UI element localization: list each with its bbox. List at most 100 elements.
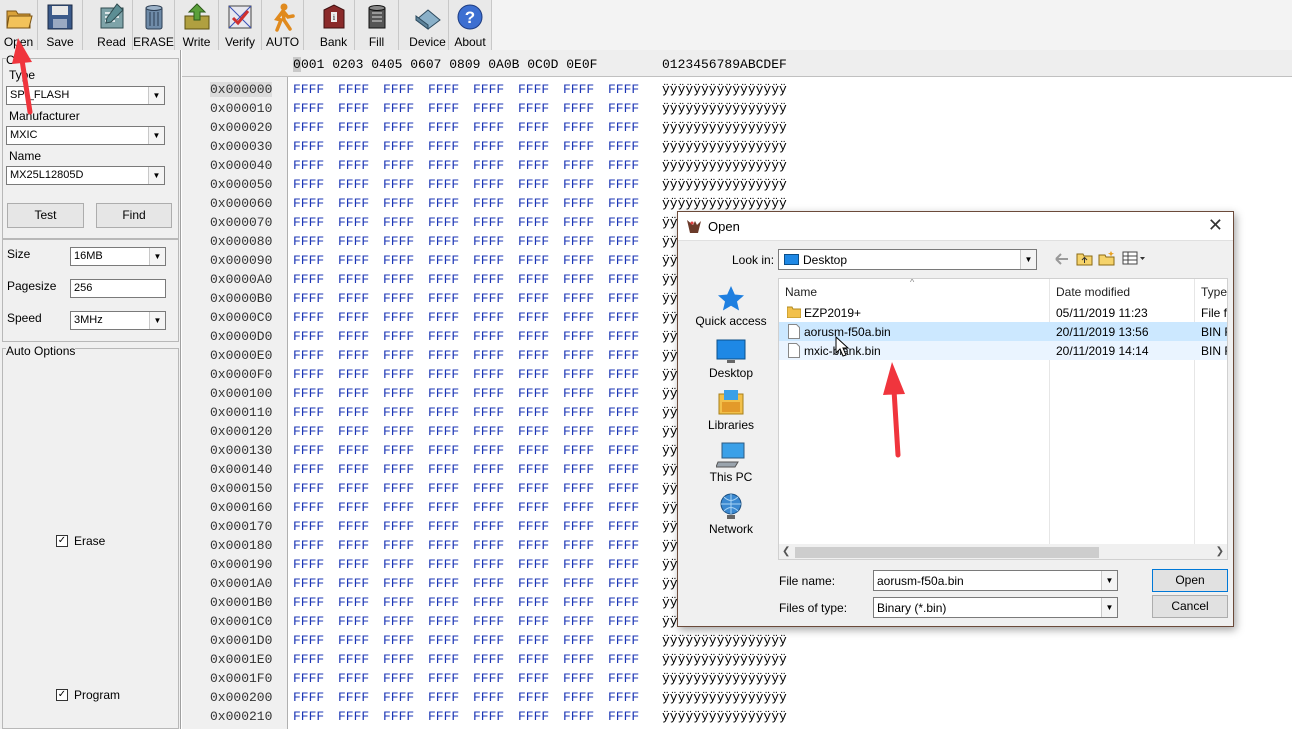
hex-word[interactable]: FFFF <box>338 177 369 192</box>
find-button[interactable]: Find <box>96 203 172 228</box>
hex-word[interactable]: FFFF <box>338 329 369 344</box>
hex-word[interactable]: FFFF <box>383 367 414 382</box>
hex-word[interactable]: FFFF <box>293 462 324 477</box>
column-name-header[interactable]: Name <box>785 285 817 299</box>
chevron-down-icon[interactable]: ▼ <box>1101 571 1117 590</box>
hex-word[interactable]: FFFF <box>563 82 594 97</box>
close-icon[interactable]: ✕ <box>1208 215 1223 236</box>
hex-word[interactable]: FFFF <box>428 234 459 249</box>
hex-word[interactable]: FFFF <box>293 424 324 439</box>
hex-word[interactable]: FFFF <box>383 614 414 629</box>
hex-word[interactable]: FFFF <box>383 101 414 116</box>
open-file-button[interactable]: Open <box>1152 569 1228 592</box>
hex-word[interactable]: FFFF <box>608 272 639 287</box>
hex-word[interactable]: FFFF <box>518 234 549 249</box>
hex-row[interactable]: 0x000020 FFFF FFFF FFFF FFFF FFFF FFFF FFFF FFFF… <box>182 118 1292 137</box>
hex-word[interactable]: FFFF <box>563 690 594 705</box>
hex-word[interactable]: FFFF <box>293 139 324 154</box>
hex-word[interactable]: FFFF <box>608 386 639 401</box>
hex-word[interactable]: FFFF <box>293 500 324 515</box>
hex-word[interactable]: FFFF <box>473 538 504 553</box>
hex-word[interactable]: FFFF <box>338 82 369 97</box>
hex-word[interactable]: FFFF <box>293 348 324 363</box>
hex-word[interactable]: FFFF <box>518 329 549 344</box>
hex-word[interactable]: FFFF <box>473 557 504 572</box>
hex-word[interactable]: FFFF <box>563 234 594 249</box>
hex-word[interactable]: FFFF <box>563 633 594 648</box>
hex-word[interactable]: FFFF <box>338 215 369 230</box>
hex-word[interactable]: FFFF <box>383 538 414 553</box>
hex-word[interactable]: FFFF <box>293 481 324 496</box>
hex-word[interactable]: FFFF <box>473 519 504 534</box>
hex-word[interactable]: FFFF <box>428 386 459 401</box>
hex-word[interactable]: FFFF <box>473 614 504 629</box>
hex-word[interactable]: FFFF <box>428 500 459 515</box>
hex-word[interactable]: FFFF <box>518 101 549 116</box>
hex-word[interactable]: FFFF <box>473 481 504 496</box>
hex-word[interactable]: FFFF <box>563 386 594 401</box>
hex-word[interactable]: FFFF <box>293 82 324 97</box>
hex-word[interactable]: FFFF <box>518 291 549 306</box>
hex-word[interactable]: FFFF <box>608 576 639 591</box>
hex-word[interactable]: FFFF <box>383 386 414 401</box>
hex-word[interactable]: FFFF <box>473 348 504 363</box>
hex-word[interactable]: FFFF <box>293 633 324 648</box>
hex-word[interactable]: FFFF <box>563 120 594 135</box>
hex-word[interactable]: FFFF <box>428 557 459 572</box>
hex-row[interactable]: 0x0001F0 FFFF FFFF FFFF FFFF FFFF FFFF FFFF FFFF… <box>182 669 1292 688</box>
file-row[interactable]: mxic-blank.bin 20/11/2019 14:14 BIN F <box>779 341 1227 360</box>
files-of-type-select[interactable]: Binary (*.bin) ▼ <box>873 597 1118 618</box>
hex-word[interactable]: FFFF <box>428 215 459 230</box>
hex-word[interactable]: FFFF <box>428 481 459 496</box>
hex-word[interactable]: FFFF <box>428 633 459 648</box>
place-network[interactable]: Network <box>686 492 776 536</box>
hex-word[interactable]: FFFF <box>383 234 414 249</box>
scroll-right-icon[interactable]: ❯ <box>1216 546 1224 557</box>
hex-word[interactable]: FFFF <box>338 557 369 572</box>
hex-word[interactable]: FFFF <box>518 462 549 477</box>
hex-word[interactable]: FFFF <box>428 614 459 629</box>
hex-word[interactable]: FFFF <box>383 139 414 154</box>
hex-word[interactable]: FFFF <box>293 120 324 135</box>
hex-word[interactable]: FFFF <box>293 291 324 306</box>
hex-word[interactable]: FFFF <box>293 614 324 629</box>
hex-word[interactable]: FFFF <box>473 158 504 173</box>
hex-word[interactable]: FFFF <box>338 386 369 401</box>
speed-select[interactable]: 3MHz ▼ <box>70 311 166 330</box>
hex-word[interactable]: FFFF <box>293 671 324 686</box>
hex-word[interactable]: FFFF <box>608 424 639 439</box>
hex-word[interactable]: FFFF <box>473 595 504 610</box>
chevron-down-icon[interactable]: ▼ <box>1020 250 1036 269</box>
hex-word[interactable]: FFFF <box>608 481 639 496</box>
hex-word[interactable]: FFFF <box>608 367 639 382</box>
hex-word[interactable]: FFFF <box>338 196 369 211</box>
place-desktop[interactable]: Desktop <box>686 336 776 380</box>
hex-word[interactable]: FFFF <box>473 215 504 230</box>
hex-word[interactable]: FFFF <box>383 253 414 268</box>
hex-word[interactable]: FFFF <box>338 424 369 439</box>
hex-word[interactable]: FFFF <box>473 291 504 306</box>
hex-word[interactable]: FFFF <box>383 481 414 496</box>
hex-word[interactable]: FFFF <box>563 348 594 363</box>
hex-word[interactable]: FFFF <box>518 348 549 363</box>
hex-word[interactable]: FFFF <box>608 652 639 667</box>
open-button[interactable]: Open <box>0 0 38 50</box>
hex-word[interactable]: FFFF <box>338 367 369 382</box>
hex-word[interactable]: FFFF <box>473 329 504 344</box>
hex-word[interactable]: FFFF <box>428 462 459 477</box>
hex-word[interactable]: FFFF <box>473 234 504 249</box>
hex-word[interactable]: FFFF <box>563 139 594 154</box>
hex-word[interactable]: FFFF <box>293 234 324 249</box>
hex-word[interactable]: FFFF <box>293 367 324 382</box>
hex-word[interactable]: FFFF <box>338 671 369 686</box>
hex-word[interactable]: FFFF <box>608 671 639 686</box>
column-type-header[interactable]: Type <box>1201 285 1227 299</box>
hex-word[interactable]: FFFF <box>563 405 594 420</box>
hex-word[interactable]: FFFF <box>473 671 504 686</box>
hex-word[interactable]: FFFF <box>518 709 549 724</box>
hex-word[interactable]: FFFF <box>428 177 459 192</box>
hex-word[interactable]: FFFF <box>428 329 459 344</box>
size-select[interactable]: 16MB ▼ <box>70 247 166 266</box>
hex-row[interactable]: 0x000030 FFFF FFFF FFFF FFFF FFFF FFFF FFFF FFFF… <box>182 137 1292 156</box>
hex-word[interactable]: FFFF <box>473 272 504 287</box>
